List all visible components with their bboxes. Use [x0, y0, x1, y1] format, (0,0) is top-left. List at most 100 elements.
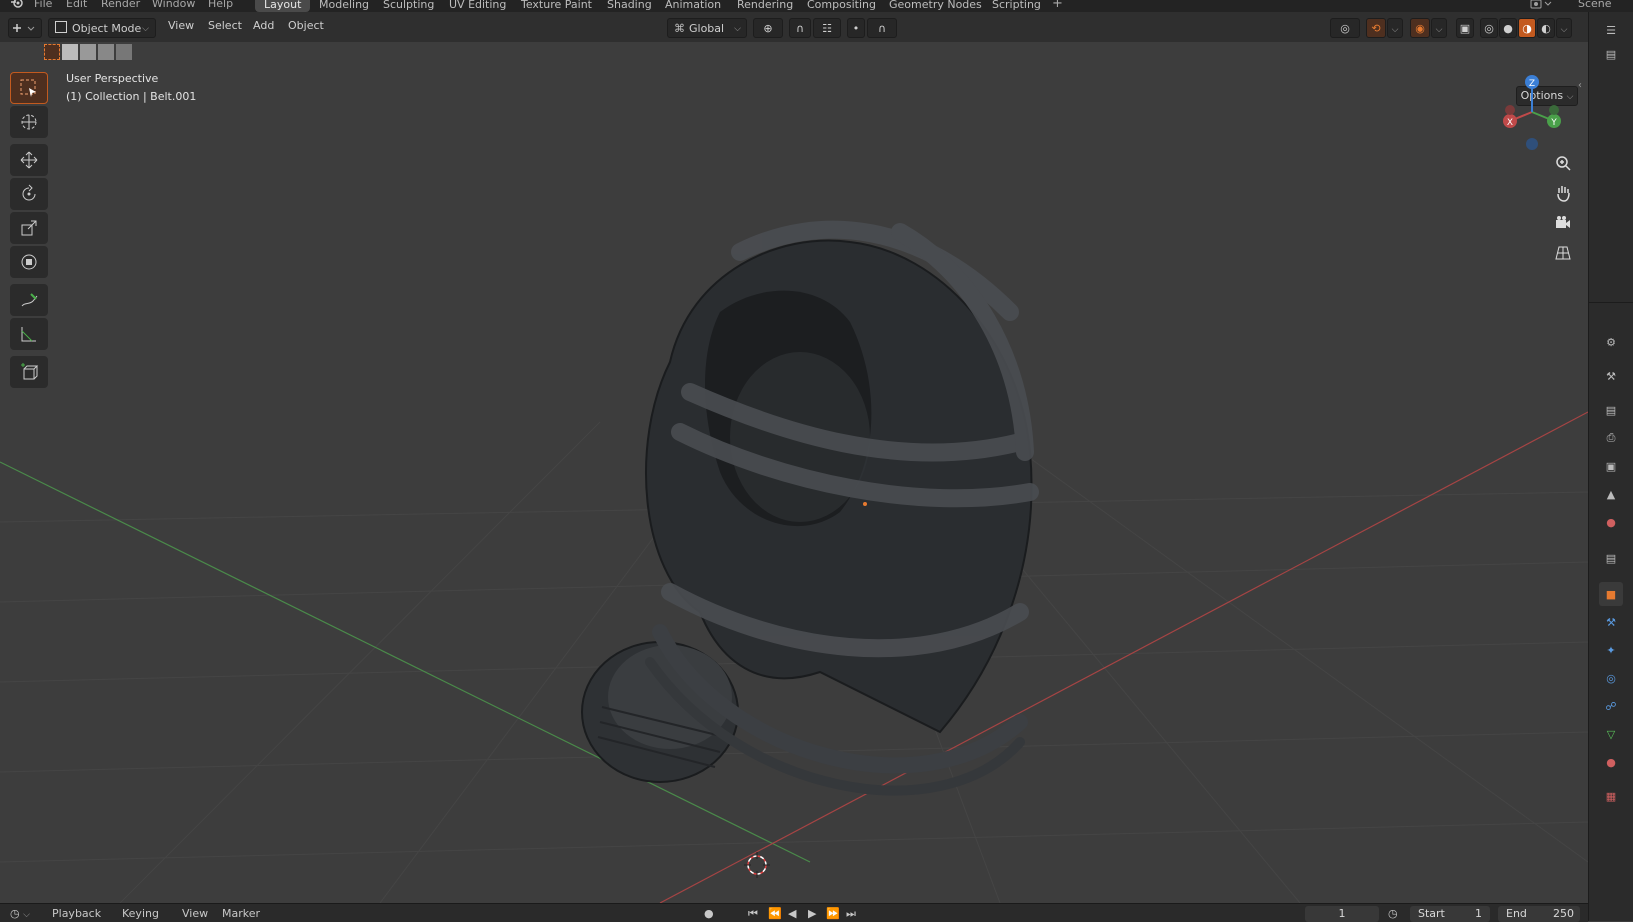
shading-material[interactable]: ◑: [1518, 18, 1536, 38]
play-reverse-button[interactable]: ◀: [788, 907, 796, 920]
tab-texture-paint[interactable]: Texture Paint: [512, 0, 601, 12]
menu-marker[interactable]: Marker: [222, 907, 260, 920]
select-subtract-icon[interactable]: [80, 44, 96, 60]
scene-icon[interactable]: [1530, 0, 1556, 12]
select-new-icon[interactable]: [44, 44, 60, 60]
preview-range-icon[interactable]: ◷: [1388, 907, 1398, 920]
tab-layout[interactable]: Layout: [255, 0, 311, 12]
tab-scripting[interactable]: Scripting: [983, 0, 1050, 12]
sidebar-toggle-icon[interactable]: ‹: [1578, 80, 1582, 91]
tab-physics[interactable]: ◎: [1599, 666, 1623, 690]
gizmo-dropdown[interactable]: ⌵: [1387, 18, 1403, 38]
gizmo-toggle[interactable]: ⟲: [1366, 18, 1386, 38]
tab-particles[interactable]: ✦: [1599, 638, 1623, 662]
3d-cursor-icon[interactable]: [742, 850, 772, 880]
record-button[interactable]: ●: [704, 907, 714, 920]
scene-name[interactable]: Scene: [1578, 0, 1612, 10]
measure-tool[interactable]: [10, 318, 48, 350]
jump-start-button[interactable]: ⏮: [748, 907, 758, 921]
shading-solid[interactable]: ●: [1499, 18, 1517, 38]
menu-view[interactable]: View: [168, 19, 194, 32]
shading-rendered[interactable]: ◐: [1537, 18, 1555, 38]
tab-render[interactable]: ▤: [1599, 398, 1623, 422]
select-invert-icon[interactable]: [98, 44, 114, 60]
menu-file[interactable]: File: [34, 0, 52, 10]
snap-target-button[interactable]: ☷: [813, 18, 841, 38]
tab-data[interactable]: ▽: [1599, 722, 1623, 746]
select-box-tool[interactable]: [10, 72, 48, 104]
camera-view-button[interactable]: [1550, 210, 1576, 236]
annotate-tool[interactable]: [10, 284, 48, 316]
tab-object[interactable]: ■: [1599, 582, 1623, 606]
falloff-button[interactable]: ∩: [867, 18, 897, 38]
3d-viewport[interactable]: User Perspective (1) Collection | Belt.0…: [0, 42, 1588, 903]
menu-window[interactable]: Window: [152, 0, 195, 10]
tab-modifiers[interactable]: ⚒: [1599, 610, 1623, 634]
tab-geometry-nodes[interactable]: Geometry Nodes: [880, 0, 991, 12]
jump-keyframe-back-button[interactable]: ⏪: [768, 907, 782, 920]
visibility-button[interactable]: ◎: [1330, 18, 1360, 38]
xray-toggle[interactable]: ▣: [1456, 18, 1474, 38]
shading-dropdown[interactable]: ⌵: [1556, 18, 1572, 38]
start-frame-field[interactable]: Start 1: [1410, 906, 1490, 922]
zoom-button[interactable]: [1550, 150, 1576, 176]
menu-help[interactable]: Help: [208, 0, 233, 10]
add-cube-tool[interactable]: [10, 356, 48, 388]
tab-shading[interactable]: Shading: [598, 0, 661, 12]
perspective-toggle-button[interactable]: [1550, 240, 1576, 266]
select-intersect-icon[interactable]: [116, 44, 132, 60]
tab-sculpting[interactable]: Sculpting: [374, 0, 443, 12]
tab-compositing[interactable]: Compositing: [798, 0, 885, 12]
mode-dropdown[interactable]: Object Mode ⌵: [48, 18, 156, 38]
tab-animation[interactable]: Animation: [656, 0, 730, 12]
tab-uv-editing[interactable]: UV Editing: [440, 0, 515, 12]
gas-mask-model[interactable]: [520, 192, 1080, 832]
menu-playback[interactable]: Playback: [52, 907, 101, 920]
tab-modeling[interactable]: Modeling: [310, 0, 378, 12]
menu-edit[interactable]: Edit: [66, 0, 87, 10]
orientation-dropdown[interactable]: ⌘ Global ⌵: [667, 18, 747, 38]
tab-view-layer[interactable]: ▣: [1599, 454, 1623, 478]
menu-object[interactable]: Object: [288, 19, 324, 32]
add-workspace-icon[interactable]: +: [1052, 0, 1063, 11]
menu-keying[interactable]: Keying: [122, 907, 159, 920]
tab-world[interactable]: ●: [1599, 510, 1623, 534]
pivot-point-button[interactable]: ⊕: [753, 18, 783, 38]
blender-logo-icon[interactable]: [10, 0, 24, 12]
move-tool[interactable]: [10, 144, 48, 176]
tab-constraints[interactable]: ☍: [1599, 694, 1623, 718]
current-frame-field[interactable]: 1: [1305, 906, 1379, 922]
outliner-collapse-button[interactable]: ▤: [1599, 42, 1623, 66]
tab-texture[interactable]: ▦: [1599, 784, 1623, 808]
tab-tool[interactable]: ⚒: [1599, 364, 1623, 388]
tab-rendering[interactable]: Rendering: [728, 0, 802, 12]
proportional-edit-toggle[interactable]: •: [847, 18, 865, 38]
pan-button[interactable]: [1550, 180, 1576, 206]
tab-output[interactable]: ⎙: [1599, 426, 1623, 450]
tab-collection[interactable]: ▤: [1599, 546, 1623, 570]
snap-toggle[interactable]: ∩: [789, 18, 811, 38]
tab-scene[interactable]: ▲: [1599, 482, 1623, 506]
play-button[interactable]: ▶: [808, 907, 816, 920]
properties-editor-type[interactable]: ⚙: [1599, 330, 1623, 354]
timeline-editor-icon[interactable]: ◷ ⌵: [10, 907, 30, 920]
overlays-toggle[interactable]: ◉: [1410, 18, 1430, 38]
rotate-tool[interactable]: [10, 178, 48, 210]
select-extend-icon[interactable]: [62, 44, 78, 60]
overlays-dropdown[interactable]: ⌵: [1431, 18, 1447, 38]
menu-add[interactable]: Add: [253, 19, 274, 32]
menu-timeline-view[interactable]: View: [182, 907, 208, 920]
end-frame-field[interactable]: End 250: [1498, 906, 1580, 922]
cursor-tool[interactable]: [10, 106, 48, 138]
scale-tool[interactable]: [10, 212, 48, 244]
outliner-filter-button[interactable]: ☰: [1599, 18, 1623, 42]
menu-render[interactable]: Render: [101, 0, 140, 10]
editor-type-button[interactable]: [8, 18, 42, 38]
transform-tool[interactable]: [10, 246, 48, 278]
tab-material[interactable]: ●: [1599, 750, 1623, 774]
menu-select[interactable]: Select: [208, 19, 242, 32]
navigation-gizmo[interactable]: X Y Z: [1496, 72, 1566, 152]
jump-keyframe-forward-button[interactable]: ⏩: [826, 907, 840, 920]
shading-wireframe[interactable]: ◎: [1480, 18, 1498, 38]
jump-end-button[interactable]: ⏭: [846, 907, 856, 921]
